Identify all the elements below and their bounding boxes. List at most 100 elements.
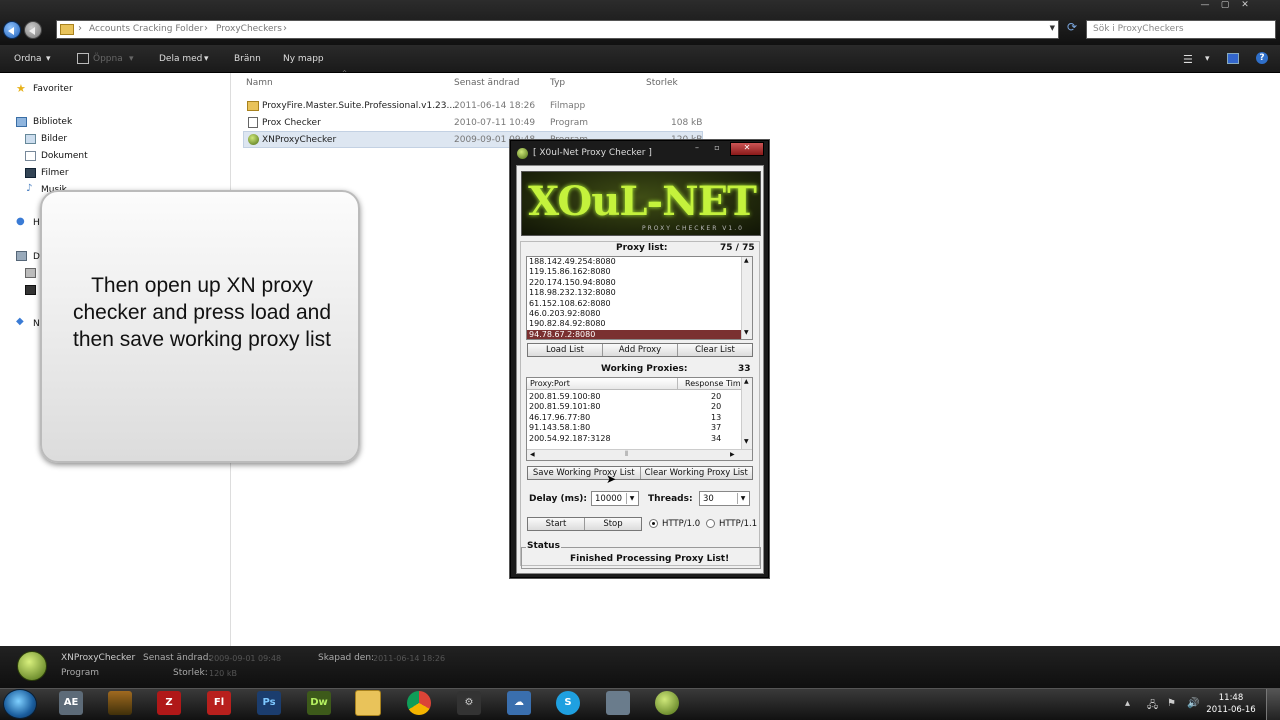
file-name[interactable]: Prox Checker bbox=[262, 118, 321, 128]
scroll-down-icon[interactable]: ▼ bbox=[744, 438, 749, 445]
address-bar[interactable]: › Accounts Cracking Folder › ProxyChecke… bbox=[56, 20, 1059, 39]
proxy-listbox[interactable]: 188.142.49.254:8080 119.15.86.162:8080 2… bbox=[526, 256, 753, 340]
burn-button[interactable]: Bränn bbox=[234, 54, 261, 64]
stop-button[interactable]: Stop bbox=[585, 518, 641, 530]
column-header-name[interactable]: Namn bbox=[246, 78, 273, 88]
nav-homegroup[interactable]: H bbox=[33, 218, 40, 228]
column-header-proxy[interactable]: Proxy:Port bbox=[530, 379, 570, 388]
scrollbar[interactable]: ▲ ▼ bbox=[741, 257, 752, 339]
table-row[interactable]: 91.143.58.1:80 37 bbox=[527, 423, 742, 433]
column-header-type[interactable]: Typ bbox=[550, 78, 565, 88]
scroll-down-icon[interactable]: ▼ bbox=[744, 329, 749, 336]
clear-working-list-button[interactable]: Clear Working Proxy List bbox=[641, 467, 753, 479]
taskbar-app-dreamweaver[interactable]: Dw bbox=[307, 691, 331, 715]
show-desktop-button[interactable] bbox=[1266, 689, 1280, 720]
chevron-down-icon[interactable]: ▾ bbox=[1205, 54, 1210, 64]
scroll-up-icon[interactable]: ▲ bbox=[744, 257, 749, 264]
column-header-size[interactable]: Storlek bbox=[646, 78, 678, 88]
refresh-icon[interactable]: ⟳ bbox=[1062, 20, 1082, 39]
nav-pictures[interactable]: Bilder bbox=[41, 134, 67, 144]
chevron-down-icon[interactable]: ▼ bbox=[1050, 24, 1055, 32]
scroll-thumb-icon[interactable]: ⦀ bbox=[625, 450, 628, 459]
xn-proxy-checker-taskbar-icon[interactable] bbox=[655, 691, 679, 715]
scroll-up-icon[interactable]: ▲ bbox=[744, 378, 749, 385]
taskbar-app-game[interactable] bbox=[108, 691, 132, 715]
list-item[interactable]: 220.174.150.94:8080 bbox=[527, 278, 752, 288]
scrollbar[interactable]: ▲ ▼ bbox=[741, 378, 752, 450]
add-proxy-button[interactable]: Add Proxy bbox=[603, 344, 678, 356]
file-type: Filmapp bbox=[550, 101, 586, 111]
start-button[interactable] bbox=[3, 689, 37, 719]
skype-icon[interactable]: S bbox=[556, 691, 580, 715]
table-row[interactable]: 200.54.92.187:3128 34 bbox=[527, 434, 742, 444]
videos-icon bbox=[25, 168, 36, 178]
minimize-icon[interactable]: – bbox=[689, 143, 705, 156]
chrome-icon[interactable] bbox=[407, 691, 431, 715]
nav-computer[interactable]: D bbox=[33, 252, 40, 262]
nav-documents[interactable]: Dokument bbox=[41, 151, 88, 161]
threads-select[interactable]: 30 ▼ bbox=[699, 491, 750, 506]
minimize-icon[interactable]: — bbox=[1195, 0, 1215, 12]
taskbar-app-ae[interactable]: AE bbox=[59, 691, 83, 715]
flag-icon[interactable]: ⚑ bbox=[1167, 698, 1176, 709]
list-item[interactable]: 61.152.108.62:8080 bbox=[527, 299, 752, 309]
scroll-right-icon[interactable]: ▶ bbox=[730, 451, 735, 458]
taskbar-app-network-icon[interactable]: ☁ bbox=[507, 691, 531, 715]
explorer-folder-icon[interactable] bbox=[355, 690, 381, 716]
table-row[interactable]: 200.81.59.100:80 20 bbox=[527, 392, 742, 402]
chevron-down-icon[interactable]: ▼ bbox=[737, 493, 748, 504]
table-row[interactable]: 200.81.59.101:80 20 bbox=[527, 402, 742, 412]
open-button[interactable]: Öppna bbox=[93, 54, 123, 64]
column-header-response[interactable]: Response Tim bbox=[685, 379, 741, 388]
start-button[interactable]: Start bbox=[528, 518, 585, 530]
list-item[interactable]: 188.142.49.254:8080 bbox=[527, 257, 752, 267]
list-item-selected[interactable]: 94.78.67.2:8080 bbox=[527, 329, 752, 339]
scroll-left-icon[interactable]: ◀ bbox=[530, 451, 535, 458]
maximize-icon[interactable]: ▫ bbox=[709, 143, 725, 156]
clear-list-button[interactable]: Clear List bbox=[678, 344, 752, 356]
close-icon[interactable]: ✕ bbox=[1235, 0, 1255, 12]
list-item[interactable]: 119.15.86.162:8080 bbox=[527, 267, 752, 277]
nav-libraries[interactable]: Bibliotek bbox=[33, 117, 72, 127]
tray-chevron-icon[interactable]: ▴ bbox=[1125, 698, 1130, 709]
organize-menu[interactable]: Ordna bbox=[14, 54, 42, 64]
nav-videos[interactable]: Filmer bbox=[41, 168, 69, 178]
list-item[interactable]: 190.82.84.92:8080 bbox=[527, 319, 752, 329]
horizontal-scrollbar[interactable]: ◀ ⦀ ▶ bbox=[527, 449, 752, 460]
nav-favorites[interactable]: Favoriter bbox=[33, 84, 73, 94]
taskbar-app-flash[interactable]: Fl bbox=[207, 691, 231, 715]
load-list-button[interactable]: Load List bbox=[528, 344, 603, 356]
taskbar-app-photoshop[interactable]: Ps bbox=[257, 691, 281, 715]
filezilla-icon[interactable]: Z bbox=[157, 691, 181, 715]
working-proxies-table[interactable]: Proxy:Port Response Tim 200.81.59.100:80… bbox=[526, 377, 753, 461]
breadcrumb-item[interactable]: Accounts Cracking Folder bbox=[89, 24, 203, 34]
list-item[interactable]: 46.0.203.92:8080 bbox=[527, 309, 752, 319]
nav-network[interactable]: N bbox=[33, 319, 40, 329]
http10-radio[interactable] bbox=[649, 519, 658, 528]
chevron-down-icon[interactable]: ▼ bbox=[626, 493, 637, 504]
clock[interactable]: 11:48 2011-06-16 bbox=[1205, 692, 1257, 716]
view-options-icon[interactable]: ☰ bbox=[1183, 53, 1193, 66]
save-working-list-button[interactable]: Save Working Proxy List bbox=[528, 467, 641, 479]
file-name[interactable]: ProxyFire.Master.Suite.Professional.v1.2… bbox=[262, 101, 458, 111]
maximize-icon[interactable]: ▢ bbox=[1215, 0, 1235, 12]
help-icon[interactable]: ? bbox=[1256, 52, 1268, 64]
http11-radio[interactable] bbox=[706, 519, 715, 528]
close-button[interactable]: ✕ bbox=[730, 142, 764, 156]
volume-icon[interactable]: 🔊 bbox=[1187, 698, 1199, 709]
search-input[interactable]: Sök i ProxyCheckers bbox=[1086, 20, 1276, 39]
share-menu[interactable]: Dela med bbox=[159, 54, 202, 64]
table-row[interactable]: 46.17.96.77:80 13 bbox=[527, 413, 742, 423]
column-header-modified[interactable]: Senast ändrad bbox=[454, 78, 519, 88]
back-button[interactable] bbox=[3, 21, 21, 39]
file-name[interactable]: XNProxyChecker bbox=[262, 135, 336, 145]
breadcrumb-item[interactable]: ProxyCheckers bbox=[216, 24, 282, 34]
taskbar-app-paint-icon[interactable] bbox=[606, 691, 630, 715]
preview-pane-icon[interactable] bbox=[1227, 53, 1239, 64]
forward-button[interactable] bbox=[24, 21, 42, 39]
list-item[interactable]: 118.98.232.132:8080 bbox=[527, 288, 752, 298]
taskbar-app-tool-icon[interactable]: ⚙ bbox=[457, 691, 481, 715]
new-folder-button[interactable]: Ny mapp bbox=[283, 54, 324, 64]
network-icon[interactable]: 🖧 bbox=[1147, 698, 1158, 715]
delay-select[interactable]: 10000 ▼ bbox=[591, 491, 639, 506]
